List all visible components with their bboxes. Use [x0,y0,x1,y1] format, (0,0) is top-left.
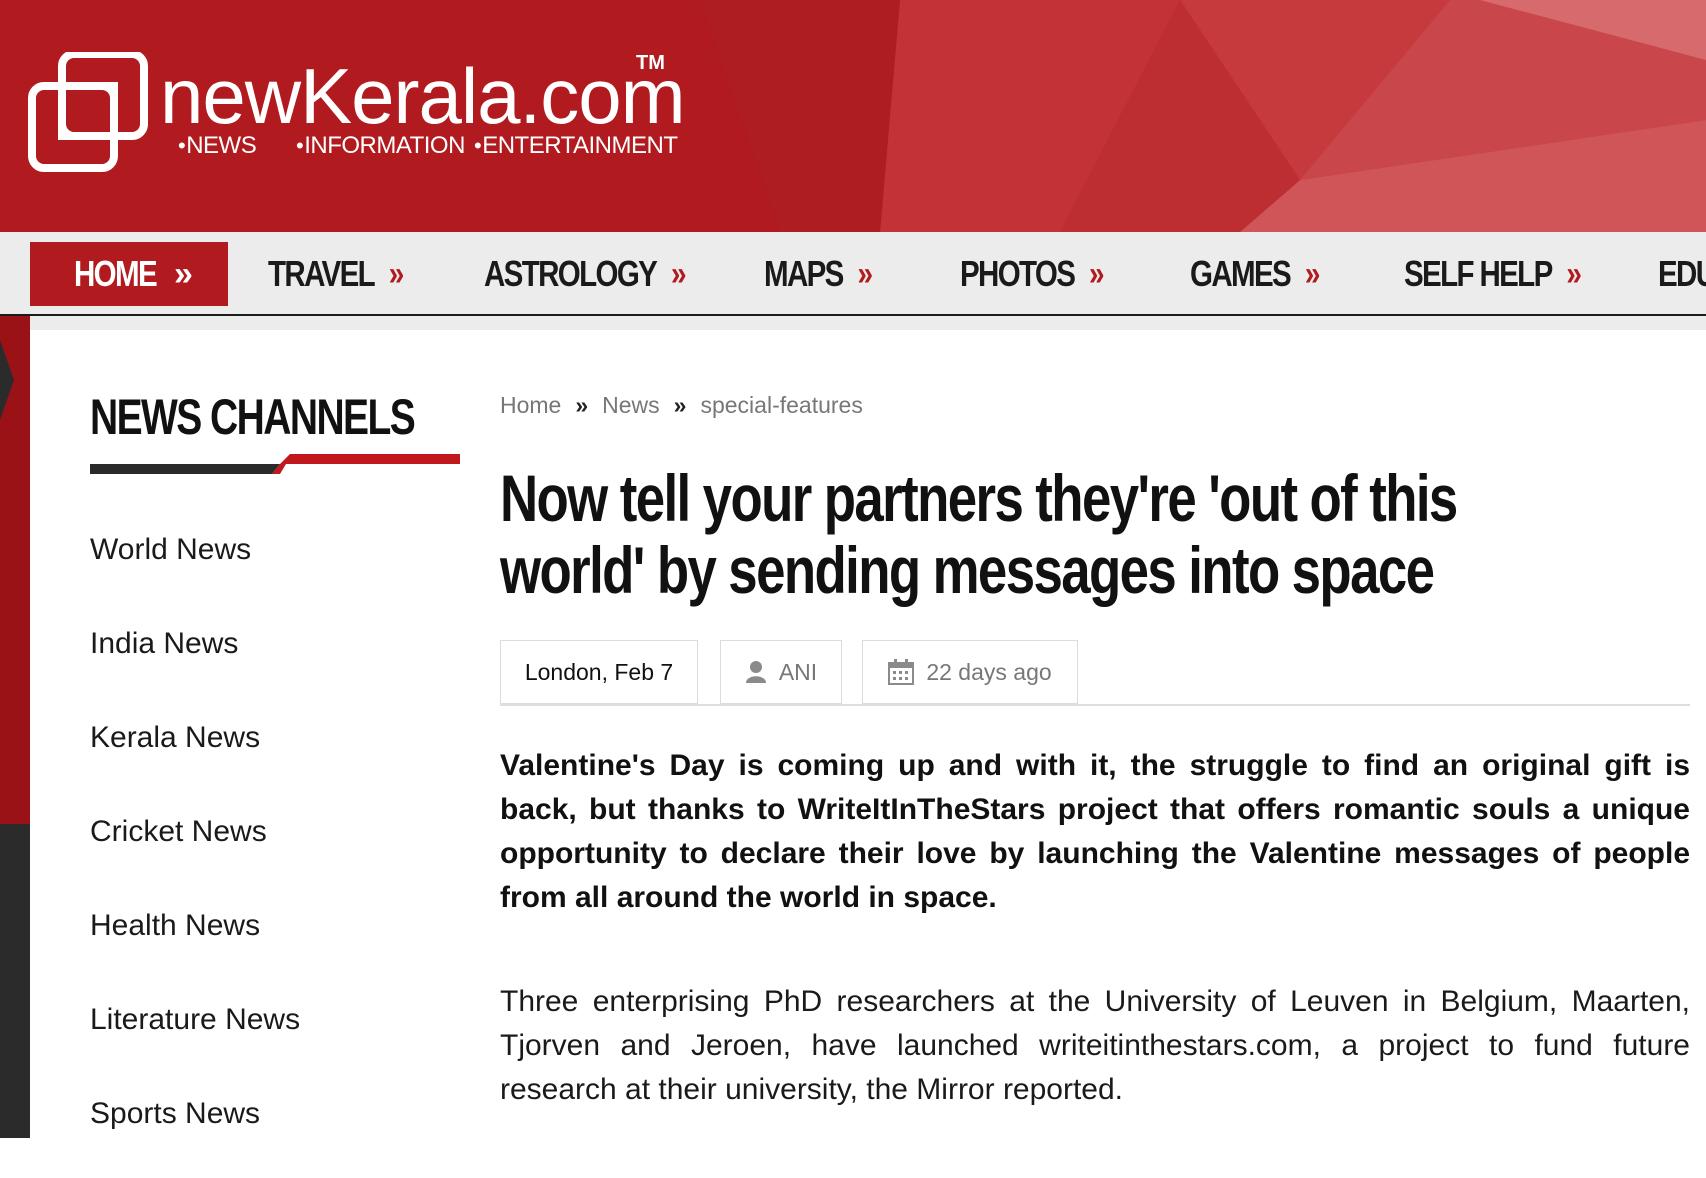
article-dateline: London, Feb 7 [500,640,698,704]
news-channels-list: World News India News Kerala News Cricke… [90,520,300,1178]
breadcrumb-separator: » [575,392,589,418]
calendar-icon [888,659,915,685]
sidebar-item-sports-news[interactable]: Sports News [90,1084,300,1178]
chevron-right-icon: » [670,254,686,293]
chevron-right-icon: » [1304,254,1320,293]
logo-squares-icon [28,52,148,172]
nav-item-home[interactable]: HOME » [30,242,228,306]
breadcrumb-special-features[interactable]: special-features [700,392,862,418]
site-name: newKerala.com [160,52,686,140]
nav-item-label: ASTROLOGY [484,253,658,294]
breadcrumb-separator: » [673,392,687,418]
nav-item-label: SELF HELP [1404,253,1553,294]
chevron-right-icon: » [1089,254,1104,293]
sidebar-item-literature-news[interactable]: Literature News [90,990,300,1084]
sidebar-title-underline [90,454,460,474]
sidebar-item-kerala-news[interactable]: Kerala News [90,708,300,802]
article-headline: Now tell your partners they're 'out of t… [500,461,1458,607]
chevron-right-icon: » [1566,254,1581,293]
tag-entertainment: ENTERTAINMENT [474,132,678,160]
nav-item-maps[interactable]: MAPS » [764,242,873,306]
chevron-right-icon: » [857,254,872,293]
tag-information: INFORMATION [296,132,465,160]
nav-item-edu[interactable]: EDU [1658,242,1706,306]
breadcrumb-news[interactable]: News [602,392,660,418]
breadcrumb-home[interactable]: Home [500,392,561,418]
nav-item-label: PHOTOS [960,253,1076,294]
nav-item-astrology[interactable]: ASTROLOGY » [484,242,686,306]
breadcrumb: Home » News » special-features [500,392,863,419]
sidebar-item-india-news[interactable]: India News [90,614,300,708]
nav-item-label: EDU [1658,253,1706,294]
sidebar-title: NEWS CHANNELS [90,389,416,445]
nav-item-photos[interactable]: PHOTOS » [960,242,1105,306]
chevron-right-icon: » [388,254,404,293]
meta-divider [500,704,1690,706]
sidebar-item-cricket-news[interactable]: Cricket News [90,802,300,896]
user-icon [745,660,767,684]
author-name: ANI [778,658,818,685]
sidebar-item-world-news[interactable]: World News [90,520,300,614]
tag-news: NEWS [178,132,257,160]
main-nav: HOME » TRAVEL » ASTROLOGY » MAPS » PHOTO… [0,232,1706,316]
chevron-right-icon: » [174,254,193,293]
nav-item-label: HOME [74,253,158,294]
site-logo[interactable]: newKerala.com TM NEWS INFORMATION ENTERT… [28,52,708,182]
content-top-gap [30,316,1706,330]
side-accent-dark [0,824,30,1138]
sidebar-item-health-news[interactable]: Health News [90,896,300,990]
trademark: TM [636,52,665,74]
nav-item-self-help[interactable]: SELF HELP » [1404,242,1582,306]
nav-item-games[interactable]: GAMES » [1190,242,1320,306]
article-age-text: 22 days ago [926,658,1052,685]
article-author[interactable]: ANI [720,640,842,704]
side-accent-notch [0,340,14,420]
nav-item-label: MAPS [764,253,844,294]
nav-item-label: GAMES [1190,253,1292,294]
nav-item-travel[interactable]: TRAVEL » [268,242,404,306]
article-age: 22 days ago [862,640,1078,704]
nav-item-label: TRAVEL [268,253,376,294]
article-paragraph: Three enterprising PhD researchers at th… [500,985,1690,1106]
dateline-text: London, Feb 7 [524,658,674,685]
site-header: newKerala.com TM NEWS INFORMATION ENTERT… [0,0,1706,232]
article-lead: Valentine's Day is coming up and with it… [500,749,1690,914]
